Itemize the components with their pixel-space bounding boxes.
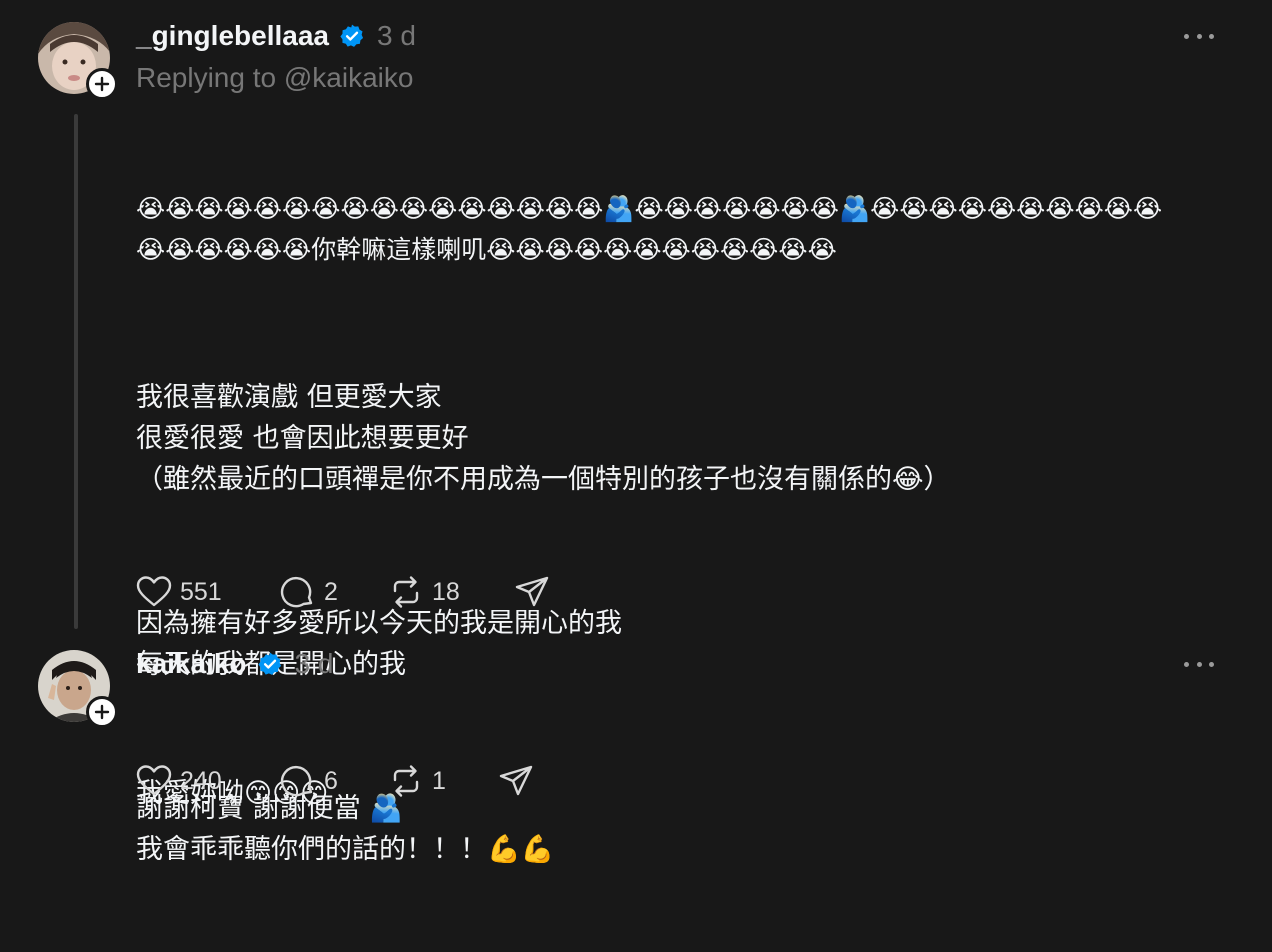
reply-button[interactable]: 6 [280,763,388,799]
post-actions: 240 6 1 [136,761,534,801]
timestamp[interactable]: 3 d [295,648,334,680]
post-header: kaikaiko 3 d [136,644,333,684]
heart-icon [136,765,172,796]
avatar-kaikaiko[interactable] [38,650,118,728]
send-icon [499,765,533,796]
repost-count: 1 [432,766,446,795]
plus-icon [94,704,110,720]
more-options-icon[interactable] [1184,657,1214,671]
username[interactable]: kaikaiko [136,648,247,680]
like-button[interactable]: 240 [136,764,280,798]
comment-bubble-icon [280,765,313,797]
verified-badge-icon [257,652,281,675]
like-count: 240 [180,766,222,795]
repost-icon [393,765,419,797]
repost-button[interactable]: 1 [388,763,498,799]
follow-button[interactable] [86,696,118,728]
post-kaikaiko: kaikaiko 3 d 我愛妳呦😙😙😙 240 6 1 [0,0,1272,814]
reply-count: 6 [324,766,338,795]
share-button[interactable] [498,763,534,799]
